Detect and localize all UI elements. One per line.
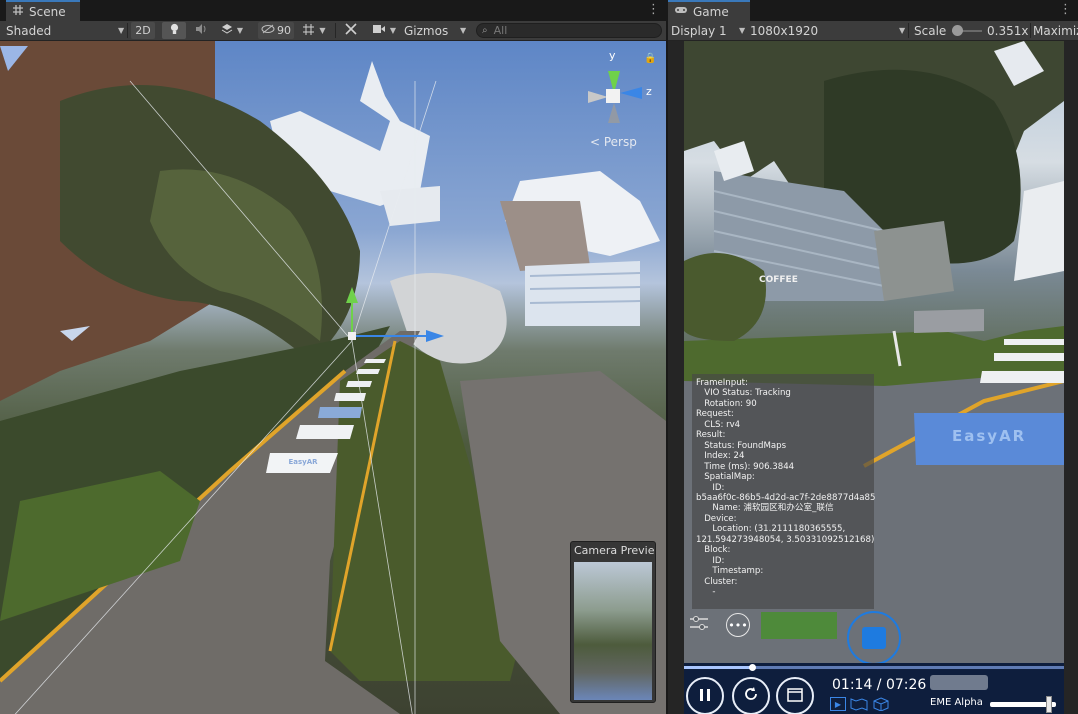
effects-dropdown[interactable]: ▼ <box>216 22 248 39</box>
game-toolbar: Display 1 ▼ 1080x1920 ▼ Scale 0.351x Max… <box>668 21 1078 41</box>
projection-toggle[interactable]: < Persp <box>590 135 637 149</box>
toolbar-divider <box>908 23 909 38</box>
game-tabbar: Game ⋮ <box>668 0 1078 21</box>
resolution-dropdown[interactable]: 1080x1920 ▼ <box>750 21 906 40</box>
scene-tab-label: Scene <box>29 4 66 19</box>
grid-snapping-dropdown[interactable]: ▼ <box>298 22 330 39</box>
toolbar-divider <box>1030 23 1031 38</box>
chevron-down-icon: ▼ <box>739 26 746 35</box>
scene-tabbar: Scene ⋮ <box>0 0 666 21</box>
eme-alpha-slider-handle[interactable] <box>1046 696 1053 713</box>
maximize-on-play-toggle[interactable]: Maximize <box>1033 21 1078 40</box>
scale-value-text: 0.351x <box>987 23 1029 38</box>
settings-sliders-icon[interactable] <box>688 614 710 637</box>
speaker-icon <box>195 23 207 38</box>
chevron-down-icon: ▼ <box>389 26 397 35</box>
pause-button[interactable] <box>686 677 724 714</box>
shading-mode-dropdown[interactable]: Shaded ▼ <box>6 21 125 40</box>
scene-tools-button[interactable] <box>340 22 362 39</box>
axis-y-label: y <box>609 49 616 62</box>
debug-info-text: FrameInput: VIO Status: Tracking Rotatio… <box>696 378 876 598</box>
window-icon <box>787 687 803 706</box>
hidden-objects-toggle[interactable]: 90 <box>258 22 294 39</box>
layers-icon <box>221 23 233 38</box>
game-menu-icon[interactable]: ⋮ <box>1059 2 1072 17</box>
eye-slash-icon <box>261 24 275 37</box>
camera-settings-dropdown[interactable]: ▼ <box>368 22 400 39</box>
scene-search-box[interactable]: ⌕ All <box>476 23 662 38</box>
gizmos-dropdown[interactable]: Gizmos ▼ <box>404 21 468 40</box>
map-view-buttons: ▶ <box>830 697 892 712</box>
playback-time: 01:14 / 07:26 <box>832 677 927 693</box>
pause-icon <box>699 687 711 706</box>
game-letterbox-left <box>668 41 684 714</box>
toggle-2d-label: 2D <box>135 24 151 37</box>
scale-label: Scale <box>914 21 946 40</box>
progress-fill <box>684 666 753 669</box>
toolbar-divider <box>127 23 128 38</box>
audio-toggle[interactable] <box>189 22 213 39</box>
info-pill <box>930 675 988 690</box>
toolbar-divider <box>335 23 336 38</box>
chevron-down-icon: ▼ <box>118 26 125 35</box>
capture-icon <box>862 627 886 649</box>
resolution-label: 1080x1920 <box>750 23 819 38</box>
game-viewport[interactable]: COFFEE EasyAR FrameInput: VIO Status: Tr… <box>684 41 1064 714</box>
play-frame-icon[interactable]: ▶ <box>830 697 846 711</box>
more-options-button[interactable]: ••• <box>726 613 750 637</box>
refresh-icon <box>742 685 760 707</box>
scene-toolbar: Shaded ▼ 2D ▼ 90 ▼ ▼ Gizmos ▼ ⌕ All <box>0 21 666 41</box>
scene-tab[interactable]: Scene <box>6 0 80 21</box>
gizmos-label: Gizmos <box>404 23 449 38</box>
video-camera-icon <box>372 24 386 37</box>
display-dropdown[interactable]: Display 1 ▼ <box>671 21 746 40</box>
capture-button[interactable] <box>847 611 901 665</box>
cube-icon[interactable] <box>872 697 890 712</box>
hidden-count: 90 <box>277 24 291 37</box>
status-indicator <box>761 612 837 639</box>
orientation-gizmo[interactable]: y z <box>580 49 660 141</box>
search-placeholder: All <box>493 24 508 37</box>
game-tab[interactable]: Game <box>668 0 750 21</box>
map-fold-icon[interactable] <box>850 697 868 711</box>
chevron-down-icon: ▼ <box>899 26 906 35</box>
scale-slider-handle[interactable] <box>952 25 963 36</box>
grid-icon <box>12 4 24 19</box>
scale-label-text: Scale <box>914 23 947 38</box>
scene-viewport[interactable]: EasyAR y z 🔒 < Persp Camera Preview <box>0 41 666 714</box>
chevron-down-icon: ▼ <box>460 26 467 35</box>
crosswalk-text: EasyAR <box>288 458 318 466</box>
shading-mode-label: Shaded <box>6 23 52 38</box>
gamepad-icon <box>674 5 688 18</box>
crosswalk-text: EasyAR <box>952 427 1027 445</box>
chevron-down-icon: ▼ <box>319 26 326 35</box>
camera-preview-image <box>574 562 652 700</box>
display-label: Display 1 <box>671 23 727 38</box>
lighting-toggle[interactable] <box>162 22 186 39</box>
eme-alpha-label: EME Alpha <box>930 697 983 708</box>
grid-snap-icon <box>302 23 315 39</box>
maximize-label: Maximize <box>1033 23 1078 38</box>
camera-preview-title: Camera Preview <box>574 544 656 557</box>
game-letterbox-right <box>1064 41 1078 714</box>
lock-icon[interactable]: 🔒 <box>644 53 656 64</box>
toggle-2d-button[interactable]: 2D <box>131 22 155 39</box>
scene-backdrop <box>0 41 666 714</box>
scene-menu-icon[interactable]: ⋮ <box>647 2 660 17</box>
scale-value: 0.351x <box>987 21 1029 40</box>
chevron-down-icon: ▼ <box>236 26 244 35</box>
scene-panel: Scene ⋮ Shaded ▼ 2D ▼ 90 ▼ ▼ Gizmos ▼ ⌕ … <box>0 0 666 714</box>
window-button[interactable] <box>776 677 814 714</box>
axis-z-label: z <box>646 85 652 98</box>
replay-button[interactable] <box>732 677 770 714</box>
camera-preview-overlay[interactable]: Camera Preview <box>570 541 656 703</box>
search-icon: ⌕ <box>482 25 488 36</box>
more-horizontal-icon: ••• <box>728 618 748 632</box>
cafe-sign-text: COFFEE <box>759 275 798 285</box>
game-tab-label: Game <box>693 4 729 19</box>
wrench-icon <box>345 23 357 38</box>
game-panel: Game ⋮ Display 1 ▼ 1080x1920 ▼ Scale 0.3… <box>668 0 1078 714</box>
lightbulb-icon <box>169 23 180 38</box>
